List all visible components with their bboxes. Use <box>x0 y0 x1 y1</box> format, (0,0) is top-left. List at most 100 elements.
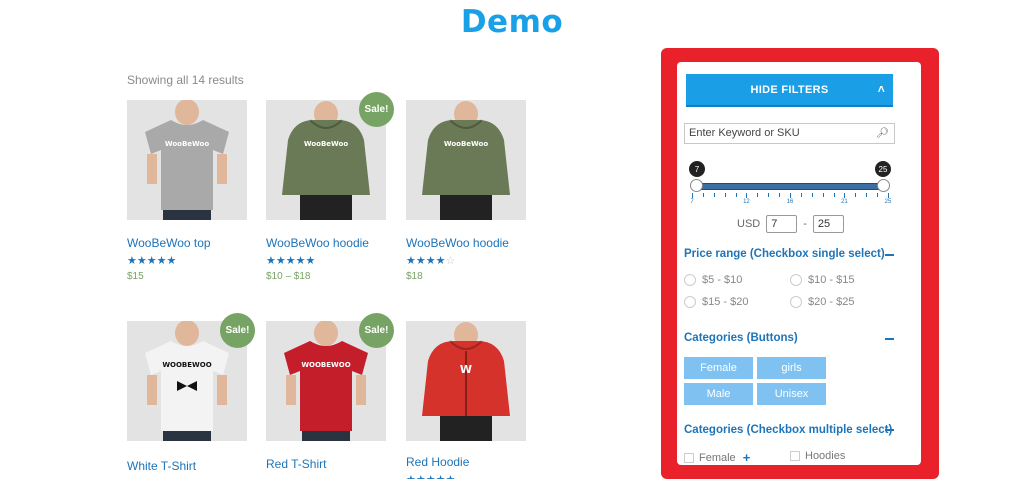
radio-icon[interactable] <box>684 274 696 286</box>
price-range-option[interactable]: $10 - $15 <box>790 274 854 286</box>
garment-logo: WOOBEWOO <box>162 361 211 369</box>
product-photo: W <box>422 322 510 441</box>
slider-tick-label: 25 <box>884 199 892 205</box>
product-card[interactable]: WOOBEWOO Sale! White T-Shirt <box>127 313 255 478</box>
slider-max-handle[interactable] <box>877 179 890 192</box>
product-card[interactable]: WOOBEWOOSale! Red T-Shirt ▲ ☆ ☆ ☆ ☆ <box>266 313 394 479</box>
results-count: Showing all 14 results <box>127 73 244 87</box>
slider-tick <box>800 193 802 197</box>
collapse-minus-icon[interactable] <box>885 254 894 256</box>
sale-badge: Sale! <box>220 313 255 348</box>
slider-tick <box>833 193 835 197</box>
slider-tick <box>757 193 759 197</box>
search-input[interactable]: Enter Keyword or SKU 🔎︎ <box>684 123 895 144</box>
product-image[interactable]: WOOBEWOO Sale! <box>266 313 394 441</box>
option-label: Female <box>699 451 736 464</box>
product-card[interactable]: WooBeWoo Sale! WooBeWoo hoodie ★★★★★ $10 … <box>266 92 394 282</box>
product-name[interactable]: WooBeWoo top <box>127 236 247 250</box>
slider-tick <box>811 193 813 197</box>
product-name[interactable]: WooBeWoo hoodie <box>406 236 526 250</box>
slider-tick <box>877 193 879 197</box>
slider-max-bubble: 25 <box>875 161 891 177</box>
categories-checkbox-title[interactable]: Categories (Checkbox multiple select) <box>684 424 892 436</box>
product-image[interactable]: WooBeWoo <box>127 100 247 220</box>
category-checkbox-female[interactable]: Female + <box>684 450 750 465</box>
product-card[interactable]: W Red Hoodie ★★★★★ <box>406 321 526 479</box>
price-range-option[interactable]: $15 - $20 <box>684 296 748 308</box>
product-image[interactable]: WOOBEWOO Sale! <box>127 313 255 441</box>
collapse-minus-icon[interactable] <box>885 429 894 431</box>
filter-panel: HIDE FILTERS ˄ Enter Keyword or SKU 🔎︎ 7… <box>677 62 921 465</box>
slider-tick-label: 12 <box>743 199 750 205</box>
checkbox-icon[interactable] <box>684 452 694 463</box>
hide-filters-button[interactable]: HIDE FILTERS ˄ <box>686 74 893 107</box>
price-min-input[interactable]: 7 <box>766 215 798 233</box>
radio-icon[interactable] <box>790 274 802 286</box>
slider-tick <box>790 193 791 198</box>
sale-badge: Sale! <box>359 313 394 348</box>
slider-tick <box>779 193 781 197</box>
slider-tick <box>888 193 889 198</box>
category-button-female[interactable]: Female <box>684 357 753 379</box>
category-button-unisex[interactable]: Unisex <box>757 383 826 405</box>
slider-track[interactable] <box>692 183 888 190</box>
product-photo: WooBeWoo <box>422 101 510 220</box>
search-icon[interactable]: 🔎︎ <box>876 128 889 139</box>
chevron-up-icon: ˄ <box>877 82 885 96</box>
product-name[interactable]: Red T-Shirt <box>266 457 386 471</box>
garment-logo: W <box>460 363 472 376</box>
slider-min-handle[interactable] <box>690 179 703 192</box>
search-placeholder: Enter Keyword or SKU <box>689 127 800 139</box>
option-label: $20 - $25 <box>808 296 855 308</box>
price-inputs-row: USD 7 - 25 <box>737 215 844 233</box>
slider-tick <box>844 193 846 198</box>
product-rating: ★★★★★ <box>127 255 177 267</box>
slider-min-bubble: 7 <box>689 161 705 177</box>
category-button-girls[interactable]: girls <box>757 357 826 379</box>
product-image[interactable]: W <box>406 321 526 441</box>
product-price: $15 <box>127 271 144 282</box>
checkbox-icon[interactable] <box>790 451 800 461</box>
slider-tick-label: 21 <box>841 199 848 205</box>
price-range-option[interactable]: $20 - $25 <box>790 296 854 308</box>
expand-plus-icon[interactable]: + <box>743 450 751 465</box>
price-range-title[interactable]: Price range (Checkbox single select) <box>684 248 885 260</box>
product-image[interactable]: WooBeWoo Sale! <box>266 92 394 220</box>
slider-tick <box>692 193 693 198</box>
slider-tick <box>866 193 868 197</box>
garment-logo: WOOBEWOO <box>301 361 350 369</box>
product-name[interactable]: Red Hoodie <box>406 455 526 469</box>
product-card[interactable]: WooBeWoo WooBeWoo hoodie ★★★★☆ $18 <box>406 100 526 282</box>
radio-icon[interactable] <box>684 296 696 308</box>
product-name[interactable]: WooBeWoo hoodie <box>266 236 386 250</box>
collapse-minus-icon[interactable] <box>885 338 894 340</box>
price-max-input[interactable]: 25 <box>812 215 844 233</box>
price-range-option[interactable]: $5 - $10 <box>684 274 742 286</box>
garment-logo: WooBeWoo <box>444 140 488 148</box>
option-label: $10 - $15 <box>808 274 855 286</box>
slider-tick-label: 7 <box>690 199 694 205</box>
category-checkbox-hoodies[interactable]: Hoodies <box>790 450 845 462</box>
product-rating: ★★★★★ <box>406 474 526 479</box>
garment-logo: WooBeWoo <box>304 140 348 148</box>
slider-tick <box>746 193 748 198</box>
categories-buttons-title[interactable]: Categories (Buttons) <box>684 332 798 344</box>
product-price: $10 – $18 <box>266 271 311 282</box>
radio-icon[interactable] <box>790 296 802 308</box>
product-image[interactable]: WooBeWoo <box>406 100 526 220</box>
price-separator: - <box>803 218 807 230</box>
price-slider[interactable]: 7 25 7 12 16 21 25 <box>687 159 893 205</box>
product-name[interactable]: White T-Shirt <box>127 459 247 473</box>
currency-label: USD <box>737 218 761 230</box>
category-button-male[interactable]: Male <box>684 383 753 405</box>
slider-tick <box>768 193 770 197</box>
slider-tick <box>724 193 726 197</box>
hide-filters-label: HIDE FILTERS <box>750 83 829 96</box>
site-title[interactable]: Demo <box>0 4 1024 40</box>
product-card[interactable]: WooBeWoo WooBeWoo top ★★★★★ $15 <box>127 100 247 282</box>
product-rating: ★★★★★ <box>266 255 316 267</box>
option-label: $15 - $20 <box>702 296 749 308</box>
product-photo: WooBeWoo <box>145 100 229 220</box>
slider-tick <box>735 193 737 197</box>
product-rating: ★★★★☆ <box>406 255 456 267</box>
